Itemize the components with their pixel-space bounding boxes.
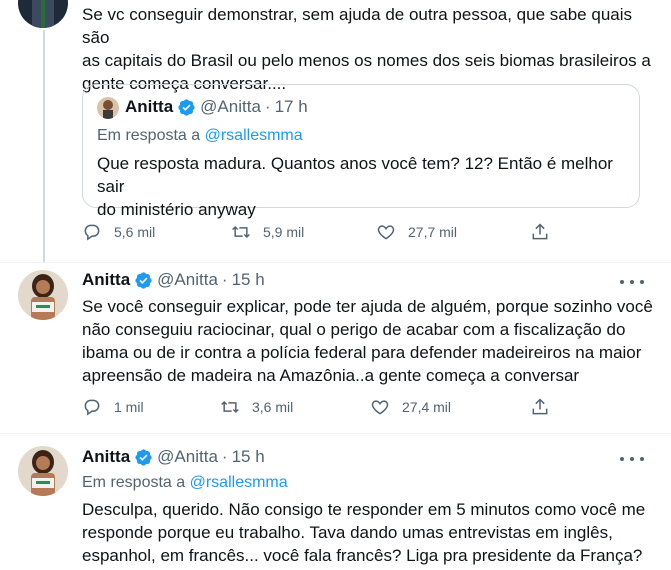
like-button[interactable]: 27,7 mil bbox=[376, 222, 457, 242]
separator-dot: · bbox=[221, 270, 228, 289]
avatar-image bbox=[18, 270, 68, 320]
more-icon[interactable] bbox=[620, 449, 644, 469]
tweet-3[interactable]: Anitta @Anitta · 15 h Em resposta a @rsa… bbox=[0, 434, 671, 570]
more-icon[interactable] bbox=[620, 272, 644, 292]
author-name[interactable]: Anitta bbox=[125, 97, 173, 117]
retweet-button[interactable]: 5,9 mil bbox=[231, 222, 304, 242]
timestamp[interactable]: 15 h bbox=[232, 270, 265, 290]
like-count: 27,4 mil bbox=[402, 399, 452, 415]
share-icon bbox=[532, 223, 548, 240]
reply-count: 1 mil bbox=[114, 399, 144, 415]
heart-icon bbox=[371, 400, 389, 415]
reply-button[interactable]: 1 mil bbox=[82, 397, 144, 417]
reply-button[interactable]: 5,6 mil bbox=[82, 222, 155, 242]
avatar-image bbox=[18, 446, 68, 496]
separator-dot: · bbox=[264, 97, 271, 116]
avatar-image bbox=[18, 0, 68, 28]
author-name[interactable]: Anitta bbox=[82, 447, 130, 467]
reply-prefix: Em resposta a bbox=[97, 127, 201, 144]
author-name[interactable]: Anitta bbox=[82, 270, 130, 290]
tweet-1[interactable]: Se vc conseguir demonstrar, sem ajuda de… bbox=[0, 0, 671, 262]
verified-badge-icon bbox=[135, 448, 152, 466]
tweet-text: Se vc conseguir demonstrar, sem ajuda de… bbox=[82, 5, 651, 93]
avatar[interactable] bbox=[18, 446, 68, 496]
separator-dot: · bbox=[221, 447, 228, 466]
reply-count: 5,6 mil bbox=[114, 224, 156, 240]
retweet-icon bbox=[232, 225, 250, 239]
tweet-2[interactable]: Anitta @Anitta · 15 h Se você conseguir … bbox=[0, 263, 671, 435]
share-icon bbox=[532, 398, 548, 415]
quote-avatar bbox=[97, 97, 119, 119]
like-button[interactable]: 27,4 mil bbox=[370, 397, 451, 417]
tweet-header: Anitta @Anitta · 15 h bbox=[82, 270, 265, 290]
author-handle: @Anitta bbox=[200, 97, 261, 116]
verified-badge-icon bbox=[178, 98, 195, 116]
quote-text: Que resposta madura. Quantos anos você t… bbox=[97, 154, 613, 219]
quoted-tweet[interactable]: Anitta @Anitta · 17 h Em resposta a @rsa… bbox=[82, 84, 640, 219]
retweet-count: 3,6 mil bbox=[252, 399, 294, 415]
reply-mention-link[interactable]: @rsallesmma bbox=[205, 127, 303, 144]
verified-badge-icon bbox=[135, 271, 152, 289]
retweet-count: 5,9 mil bbox=[263, 224, 305, 240]
reply-mention-link[interactable]: @rsallesmma bbox=[190, 474, 288, 491]
avatar[interactable] bbox=[18, 270, 68, 320]
retweet-icon bbox=[221, 400, 239, 414]
quote-header: Anitta @Anitta · 17 h bbox=[125, 97, 308, 117]
like-count: 27,7 mil bbox=[408, 224, 458, 240]
timestamp[interactable]: 17 h bbox=[275, 97, 308, 117]
reply-icon bbox=[84, 399, 100, 416]
timestamp[interactable]: 15 h bbox=[232, 447, 265, 467]
tweet-header: Anitta @Anitta · 15 h bbox=[82, 447, 265, 467]
author-handle: @Anitta bbox=[157, 447, 218, 466]
share-button[interactable] bbox=[530, 397, 562, 417]
reply-prefix: Em resposta a bbox=[82, 474, 186, 491]
heart-icon bbox=[377, 225, 395, 240]
author-handle: @Anitta bbox=[157, 270, 218, 289]
share-button[interactable] bbox=[530, 222, 562, 242]
reply-context: Em resposta a @rsallesmma bbox=[97, 127, 303, 145]
reply-icon bbox=[84, 224, 100, 241]
thread-line bbox=[43, 30, 45, 262]
reply-context: Em resposta a @rsallesmma bbox=[82, 474, 288, 492]
tweet-text: Desculpa, querido. Não consigo te respon… bbox=[82, 500, 646, 565]
tweet-text: Se você conseguir explicar, pode ter aju… bbox=[82, 297, 653, 385]
avatar[interactable] bbox=[18, 0, 68, 28]
retweet-button[interactable]: 3,6 mil bbox=[220, 397, 293, 417]
